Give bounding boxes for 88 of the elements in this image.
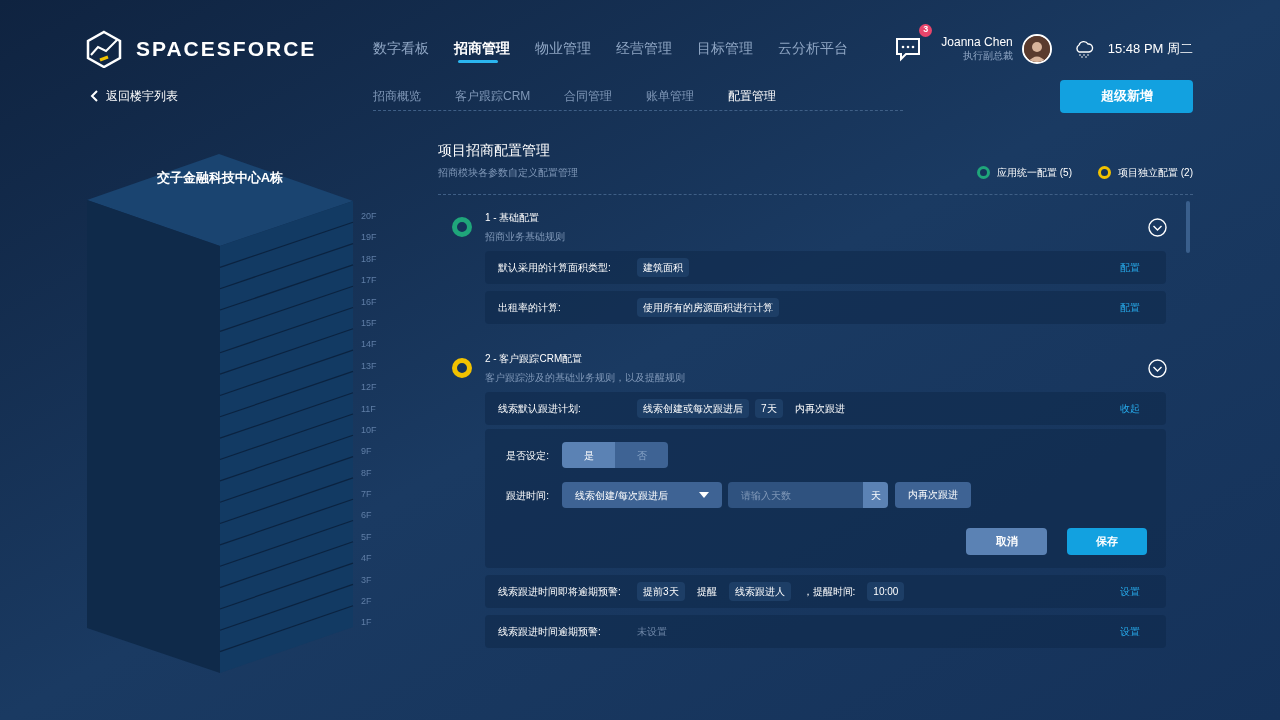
- chevron-down-icon[interactable]: [1148, 358, 1167, 378]
- section-title: 1 - 基础配置: [485, 211, 541, 225]
- nav-tab[interactable]: 招商管理: [454, 38, 535, 60]
- setting-label: 线索跟进时间逾期预警:: [498, 625, 602, 639]
- chevron-down-icon[interactable]: [1148, 217, 1167, 237]
- super-add-button[interactable]: 超级新增: [1060, 79, 1193, 113]
- save-button[interactable]: 保存: [1067, 528, 1147, 555]
- floor-label[interactable]: 5F: [361, 526, 377, 549]
- user-name: Joanna Chen: [941, 34, 1013, 49]
- action-link[interactable]: 设置: [1120, 584, 1140, 599]
- clock-text: 15:48 PM 周二: [1107, 39, 1193, 58]
- floor-label[interactable]: 6F: [361, 505, 377, 527]
- floor-label[interactable]: 18F: [361, 248, 377, 271]
- caret-icon: [699, 492, 709, 498]
- action-link[interactable]: 配置: [1120, 300, 1140, 315]
- value-chip: 线索创建或每次跟进后: [637, 399, 749, 418]
- suffix-label: 内再次跟进: [895, 482, 971, 508]
- value-chip: 线索跟进人: [728, 582, 791, 601]
- field-label: 跟进时间:: [505, 488, 550, 503]
- nav-tab[interactable]: 物业管理: [535, 38, 616, 60]
- logo-text: SPACESFORCE: [136, 35, 317, 62]
- section-title: 2 - 客户跟踪CRM配置: [485, 352, 584, 366]
- cancel-button[interactable]: 取消: [966, 528, 1047, 555]
- nav-tab[interactable]: 云分析平台: [778, 38, 859, 60]
- sub-tab[interactable]: 合同管理: [564, 86, 613, 105]
- select-dropdown[interactable]: 线索创建/每次跟进后: [562, 482, 722, 508]
- toggle-option[interactable]: 是: [562, 442, 615, 468]
- floor-label[interactable]: 16F: [361, 291, 377, 313]
- sub-tab[interactable]: 配置管理: [728, 86, 777, 105]
- scrollbar[interactable]: [1186, 201, 1190, 253]
- value-chip: 建筑面积: [637, 258, 689, 277]
- chevron-left-icon: [90, 90, 98, 103]
- floor-label[interactable]: 2F: [361, 591, 377, 613]
- panel-title: 项目招商配置管理: [438, 141, 551, 160]
- sub-tab[interactable]: 客户跟踪CRM: [455, 86, 531, 105]
- floor-label[interactable]: 17F: [361, 270, 377, 292]
- floor-label[interactable]: 19F: [361, 227, 377, 249]
- unit-label: 天: [863, 482, 888, 508]
- floor-label[interactable]: 3F: [361, 569, 377, 592]
- user-role: 执行副总裁: [962, 48, 1013, 63]
- section-subtitle: 招商业务基础规则: [485, 230, 565, 244]
- sub-tab[interactable]: 招商概览: [373, 86, 421, 105]
- chat-button[interactable]: [895, 35, 922, 62]
- setting-label: 出租率的计算:: [498, 301, 562, 315]
- legend-label: 项目独立配置 (2): [1118, 166, 1193, 180]
- action-link[interactable]: 收起: [1120, 401, 1140, 416]
- value-text: 内再次跟进: [793, 402, 846, 416]
- logo-icon: [86, 29, 122, 68]
- floor-label[interactable]: 20F: [361, 206, 377, 228]
- section-subtitle: 客户跟踪涉及的基础业务规则，以及提醒规则: [485, 371, 685, 385]
- avatar[interactable]: [1021, 33, 1052, 64]
- value-chip: 提前3天: [637, 582, 685, 601]
- notification-badge: 3: [919, 23, 933, 37]
- floor-label[interactable]: 10F: [361, 419, 377, 442]
- nav-tab[interactable]: 目标管理: [697, 38, 778, 60]
- panel-subtitle: 招商模块各参数自定义配置管理: [438, 166, 578, 180]
- floor-label[interactable]: 4F: [361, 548, 377, 570]
- action-link[interactable]: 设置: [1120, 624, 1140, 639]
- value-text: 未设置: [637, 625, 667, 639]
- toggle-option[interactable]: 否: [615, 442, 668, 468]
- nav-tab[interactable]: 经营管理: [616, 38, 697, 60]
- nav-tab[interactable]: 数字看板: [373, 38, 454, 60]
- setting-label: 线索跟进时间即将逾期预警:: [498, 585, 622, 599]
- floor-label[interactable]: 7F: [361, 484, 377, 506]
- days-input[interactable]: 请输入天数: [728, 482, 863, 508]
- value-text: 提醒: [695, 585, 718, 599]
- value-chip: 10:00: [867, 582, 905, 601]
- setting-label: 线索默认跟进计划:: [498, 402, 582, 416]
- floor-label[interactable]: 11F: [361, 398, 377, 420]
- value-chip: 7天: [755, 399, 783, 418]
- field-label: 是否设定:: [505, 448, 550, 463]
- back-link[interactable]: 返回楼宇列表: [90, 87, 373, 106]
- setting-label: 默认采用的计算面积类型:: [498, 261, 612, 275]
- floor-label[interactable]: 12F: [361, 377, 377, 399]
- value-chip: 使用所有的房源面积进行计算: [637, 298, 779, 317]
- action-link[interactable]: 配置: [1120, 260, 1140, 275]
- floor-label[interactable]: 14F: [361, 334, 377, 356]
- legend-label: 应用统一配置 (5): [997, 166, 1072, 180]
- weather-cloud-icon: [1073, 39, 1094, 58]
- floor-label[interactable]: 1F: [361, 612, 377, 634]
- sub-tab[interactable]: 账单管理: [646, 86, 695, 105]
- floor-label[interactable]: 15F: [361, 312, 377, 335]
- floor-label[interactable]: 13F: [361, 355, 377, 378]
- value-text: ，提醒时间:: [801, 585, 857, 599]
- floor-label[interactable]: 8F: [361, 462, 377, 485]
- building-name: 交子金融科技中心A栋: [155, 169, 285, 187]
- floor-label[interactable]: 9F: [361, 441, 377, 463]
- chat-icon: [895, 35, 922, 62]
